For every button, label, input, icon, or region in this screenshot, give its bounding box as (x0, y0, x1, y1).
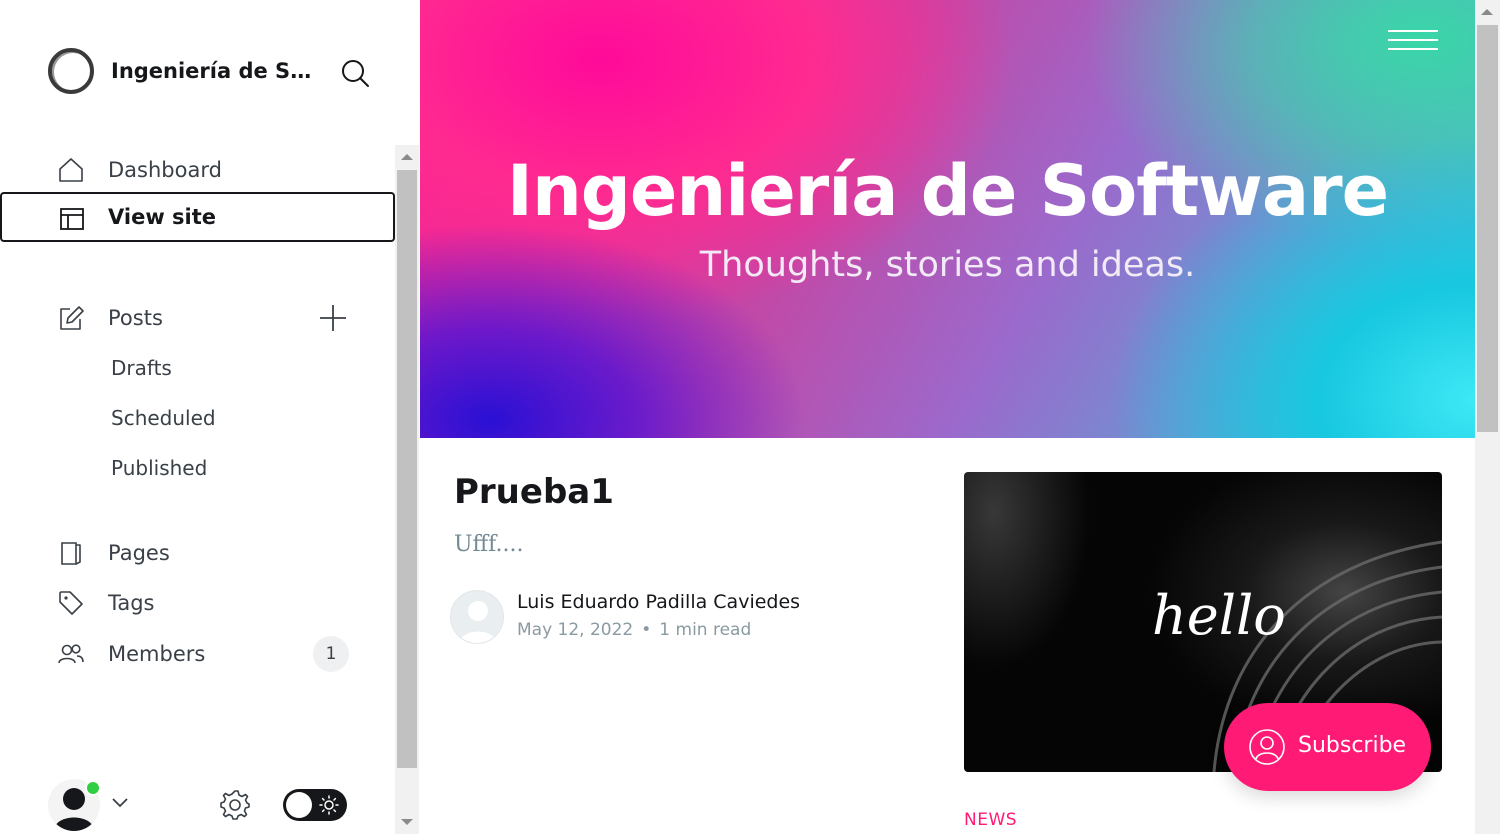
sun-icon (319, 795, 339, 815)
tag-icon (59, 591, 83, 615)
user-circle-icon (1249, 729, 1285, 765)
author-placeholder-icon (459, 601, 497, 643)
nav-item-tags[interactable]: Tags (0, 578, 395, 628)
sidebar-footer (0, 770, 395, 834)
site-brand[interactable]: Ingeniería de Software (48, 48, 321, 94)
scroll-down-arrow-icon[interactable] (401, 819, 413, 825)
site-header-description: Thoughts, stories and ideas. (699, 245, 1196, 285)
nav-item-drafts[interactable]: Drafts (111, 356, 172, 380)
preview-scrollbar-thumb[interactable] (1477, 25, 1498, 432)
sidebar-scrollbar[interactable] (395, 145, 419, 834)
edit-icon (60, 306, 84, 330)
site-header-hero: Ingeniería de Software Thoughts, stories… (420, 0, 1475, 438)
nav-item-members[interactable]: Members 1 (0, 629, 395, 679)
gear-icon[interactable] (218, 788, 252, 822)
nav-label-dashboard: Dashboard (108, 158, 222, 182)
nav-item-pages[interactable]: Pages (0, 528, 395, 578)
nav-label-posts: Posts (108, 306, 163, 330)
preview-scrollbar[interactable] (1475, 0, 1500, 834)
meta-separator: • (641, 620, 652, 640)
members-count-badge: 1 (313, 636, 349, 672)
menu-icon[interactable] (1388, 30, 1438, 50)
chevron-down-icon[interactable] (110, 795, 130, 809)
scroll-up-arrow-icon[interactable] (401, 154, 413, 160)
post-tag[interactable]: NEWS (964, 810, 1017, 830)
subscribe-button[interactable]: Subscribe (1224, 703, 1431, 791)
nav-item-published[interactable]: Published (111, 456, 207, 480)
feature-image-text: hello (1152, 584, 1286, 647)
nav-label-pages: Pages (108, 541, 170, 565)
post-title[interactable]: Prueba1 (454, 472, 614, 512)
scrollbar-thumb[interactable] (397, 170, 417, 768)
post-date: May 12, 2022 (517, 620, 634, 640)
layout-icon (60, 208, 84, 230)
nav-label-view-site: View site (108, 205, 217, 229)
nav-item-dashboard[interactable]: Dashboard (0, 145, 395, 195)
add-post-icon[interactable] (318, 303, 348, 333)
site-header-title: Ingeniería de Software (506, 150, 1389, 232)
site-preview: Ingeniería de Software Thoughts, stories… (420, 0, 1475, 834)
site-title: Ingeniería de Software (111, 59, 321, 83)
nav-item-view-site[interactable]: View site (0, 192, 395, 242)
preview-scroll-up-icon[interactable] (1481, 9, 1493, 15)
post-author-name[interactable]: Luis Eduardo Padilla Caviedes (517, 591, 800, 613)
subscribe-label: Subscribe (1298, 733, 1407, 758)
nav-item-scheduled[interactable]: Scheduled (111, 406, 216, 430)
admin-sidebar: Ingeniería de Software Dashboard View si… (0, 0, 420, 834)
site-logo-icon (48, 48, 94, 94)
theme-toggle[interactable] (283, 789, 347, 821)
search-icon[interactable] (340, 58, 370, 88)
online-status-dot (85, 780, 101, 796)
author-avatar[interactable] (450, 590, 504, 644)
nav-item-posts[interactable]: Posts (0, 293, 395, 343)
post-meta: May 12, 2022 • 1 min read (517, 620, 751, 640)
post-reading-time: 1 min read (659, 620, 752, 640)
home-icon (59, 158, 83, 182)
toggle-knob (286, 792, 312, 818)
nav-label-tags: Tags (108, 591, 155, 615)
post-excerpt: Ufff.... (454, 532, 524, 557)
nav-label-members: Members (108, 642, 206, 666)
page-icon (61, 542, 81, 565)
members-icon (58, 644, 84, 664)
